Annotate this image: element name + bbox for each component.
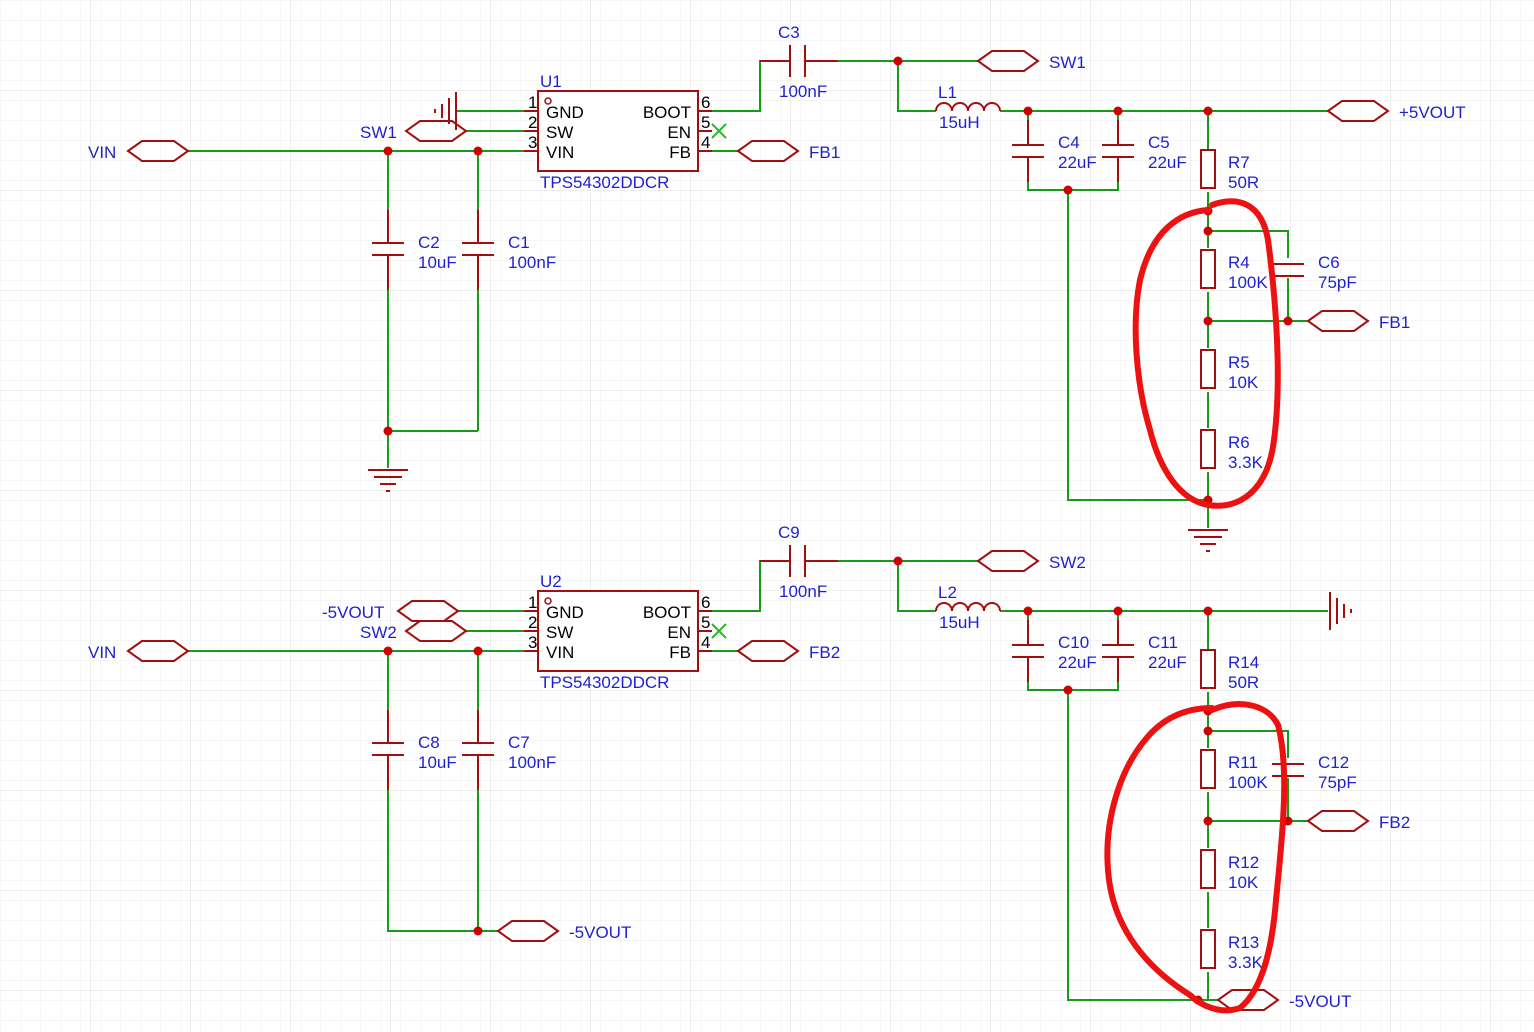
svg-text:75pF: 75pF [1318,273,1357,292]
ic-part: TPS54302DDCR [540,173,669,192]
svg-text:+5VOUT: +5VOUT [1399,103,1466,122]
svg-text:-5VOUT: -5VOUT [1289,992,1351,1011]
pin-name: EN [667,123,691,142]
pin-name: SW [546,623,573,642]
pin-name: FB [669,143,691,162]
svg-text:100nF: 100nF [779,582,827,601]
grid-major [0,0,1534,1032]
pin-number: 2 [528,113,537,132]
svg-text:10K: 10K [1228,373,1259,392]
svg-text:100nF: 100nF [508,253,556,272]
svg-text:R11: R11 [1228,753,1258,772]
resistor-r13[interactable]: R13 3.3K [1200,929,1264,972]
svg-text:C5: C5 [1148,133,1170,152]
pin-number: 4 [701,133,710,152]
svg-text:C7: C7 [508,733,530,752]
ic-part: TPS54302DDCR [540,673,669,692]
ic-ref: U1 [540,72,562,91]
svg-text:C2: C2 [418,233,440,252]
pin-number: 3 [528,633,537,652]
svg-text:SW2: SW2 [1049,553,1086,572]
svg-text:R4: R4 [1228,253,1250,272]
pin-name: VIN [546,643,574,662]
pin-number: 4 [701,633,710,652]
svg-text:22uF: 22uF [1148,653,1187,672]
svg-text:R14: R14 [1228,653,1259,672]
svg-text:3.3K: 3.3K [1228,453,1264,472]
svg-text:22uF: 22uF [1058,153,1097,172]
svg-text:SW1: SW1 [360,123,397,142]
ic-ref: U2 [540,572,562,591]
svg-text:10uF: 10uF [418,753,457,772]
svg-text:C9: C9 [778,523,800,542]
svg-text:R6: R6 [1228,433,1250,452]
svg-text:100nF: 100nF [508,753,556,772]
svg-text:10K: 10K [1228,873,1259,892]
pin-name: BOOT [643,603,691,622]
svg-text:FB1: FB1 [809,143,840,162]
svg-text:100K: 100K [1228,273,1268,292]
svg-text:22uF: 22uF [1058,653,1097,672]
pin-number: 5 [701,113,710,132]
svg-text:VIN: VIN [88,643,116,662]
pin-number: 3 [528,133,537,152]
svg-text:C11: C11 [1148,633,1178,652]
svg-text:FB2: FB2 [1379,813,1410,832]
svg-text:C6: C6 [1318,253,1340,272]
svg-text:50R: 50R [1228,173,1259,192]
svg-text:-5VOUT: -5VOUT [569,923,631,942]
svg-text:3.3K: 3.3K [1228,953,1264,972]
svg-text:75pF: 75pF [1318,773,1357,792]
resistor-r14[interactable]: R14 50R [1200,649,1259,692]
pin-number: 6 [701,593,710,612]
pin-number: 6 [701,93,710,112]
svg-text:C10: C10 [1058,633,1089,652]
pin-number: 1 [528,593,537,612]
pin-name: SW [546,123,573,142]
schematic-canvas[interactable]: U1 TPS54302DDCR 1 2 3 6 5 4 GND SW VIN B… [0,0,1534,1032]
svg-text:R13: R13 [1228,933,1259,952]
svg-text:C8: C8 [418,733,440,752]
svg-text:10uF: 10uF [418,253,457,272]
pin-name: GND [546,103,584,122]
svg-text:SW1: SW1 [1049,53,1086,72]
svg-text:C12: C12 [1318,753,1349,772]
pin-number: 5 [701,613,710,632]
pin-name: BOOT [643,103,691,122]
resistor-r12[interactable]: R12 10K [1200,849,1259,892]
svg-text:SW2: SW2 [360,623,397,642]
svg-text:FB1: FB1 [1379,313,1410,332]
svg-text:-5VOUT: -5VOUT [322,603,384,622]
svg-text:R5: R5 [1228,353,1250,372]
svg-text:FB2: FB2 [809,643,840,662]
svg-text:C3: C3 [778,23,800,42]
pin-number: 1 [528,93,537,112]
svg-text:15uH: 15uH [939,613,980,632]
svg-text:22uF: 22uF [1148,153,1187,172]
svg-text:R12: R12 [1228,853,1259,872]
pin-name: FB [669,643,691,662]
svg-text:R7: R7 [1228,153,1250,172]
svg-text:15uH: 15uH [939,113,980,132]
pin-name: VIN [546,143,574,162]
pin-number: 2 [528,613,537,632]
svg-text:C4: C4 [1058,133,1080,152]
svg-text:L2: L2 [938,583,957,602]
pin-name: EN [667,623,691,642]
svg-text:C1: C1 [508,233,530,252]
svg-text:100nF: 100nF [779,82,827,101]
pin-name: GND [546,603,584,622]
svg-text:50R: 50R [1228,673,1259,692]
svg-text:L1: L1 [938,83,957,102]
svg-text:VIN: VIN [88,143,116,162]
svg-text:100K: 100K [1228,773,1268,792]
